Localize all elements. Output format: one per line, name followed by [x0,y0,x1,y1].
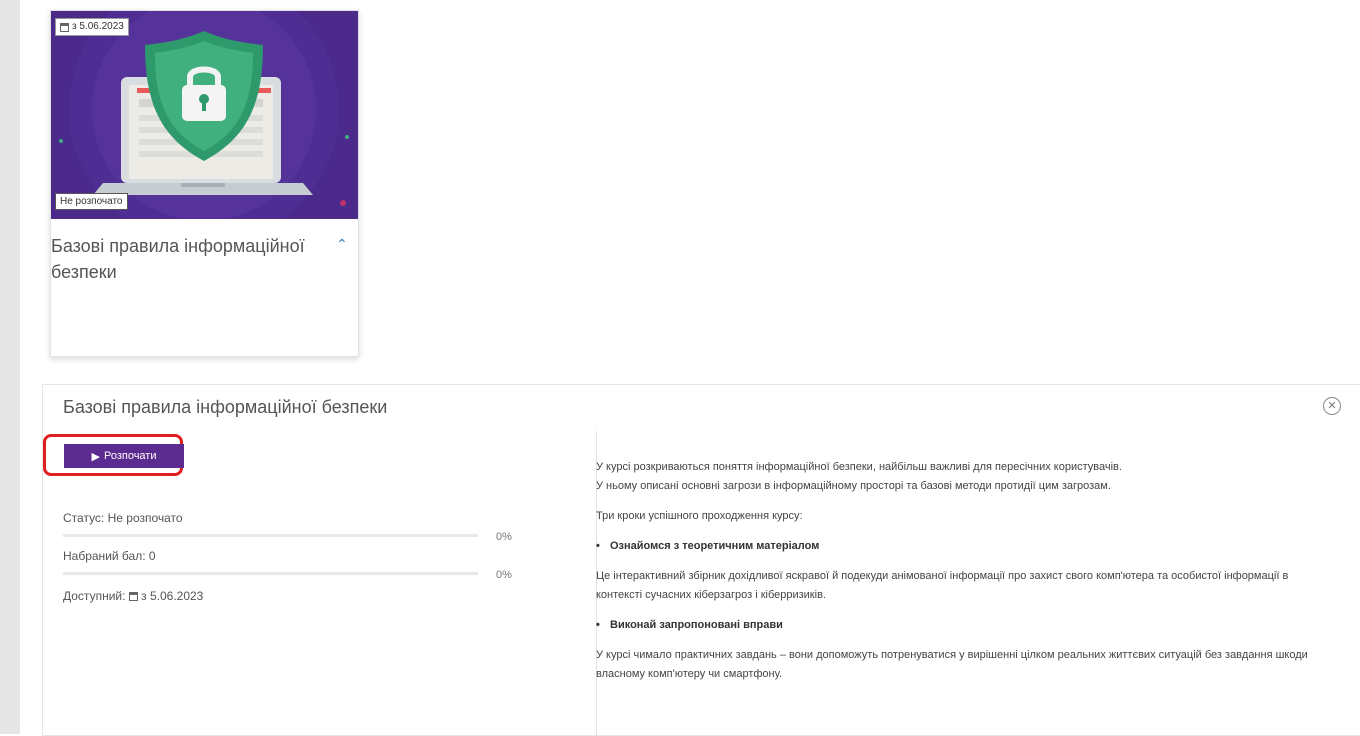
close-circle-icon[interactable]: ✕ [1323,397,1341,415]
available-label: Доступний: [63,589,126,603]
available-value: з 5.06.2023 [141,589,204,603]
course-cover-image: з 5.06.2023 Не розпочато [51,11,358,219]
card-title[interactable]: Базові правила інформаційної безпеки [51,233,309,285]
score-text: Набраний бал: 0 [63,549,156,563]
card-date-text: з 5.06.2023 [72,21,124,32]
status-text: Статус: Не розпочато [63,511,183,525]
play-icon: ▶ [91,450,100,463]
calendar-icon [128,592,138,602]
start-course-button[interactable]: ▶ Розпочати [64,444,184,468]
panel-title: Базові правила інформаційної безпеки [63,397,388,417]
score-percent: 0% [496,569,512,581]
steps-heading: Три кроки успішного проходження курсу: [596,510,803,522]
step-2-label: Виконай запропоновані вправи [610,619,783,631]
course-details-panel: Базові правила інформаційної безпеки ✕ ▶… [42,384,1360,736]
step-2-heading: • Виконай запропоновані вправи [596,619,783,631]
step-1-text: Це інтерактивний збірник дохідливої яскр… [596,570,1289,601]
step-1-label: Ознайомся з теоретичним матеріалом [610,540,820,552]
laptop-shield-illustration [51,11,358,219]
course-card[interactable]: з 5.06.2023 Не розпочато Базові правила … [50,10,359,357]
availability-row: Доступний: з 5.06.2023 [63,589,203,603]
calendar-icon [60,22,69,32]
score-progress-bar [63,572,478,575]
course-description: У курсі розкриваються поняття інформацій… [596,458,1316,695]
start-button-label: Розпочати [103,450,157,462]
chevron-up-icon[interactable]: ⌃ [333,237,351,251]
description-intro-2: У ньому описані основні загрози в інформ… [596,480,1111,492]
description-intro-1: У курсі розкриваються поняття інформацій… [596,461,1122,473]
status-progress-bar [63,534,478,537]
left-rail [0,0,20,734]
step-2-text: У курсі чимало практичних завдань – вони… [596,649,1308,680]
status-percent: 0% [496,531,512,543]
card-date-badge: з 5.06.2023 [55,18,129,36]
step-1-heading: • Ознайомся з теоретичним матеріалом [596,540,820,552]
card-status-badge: Не розпочато [55,193,128,210]
